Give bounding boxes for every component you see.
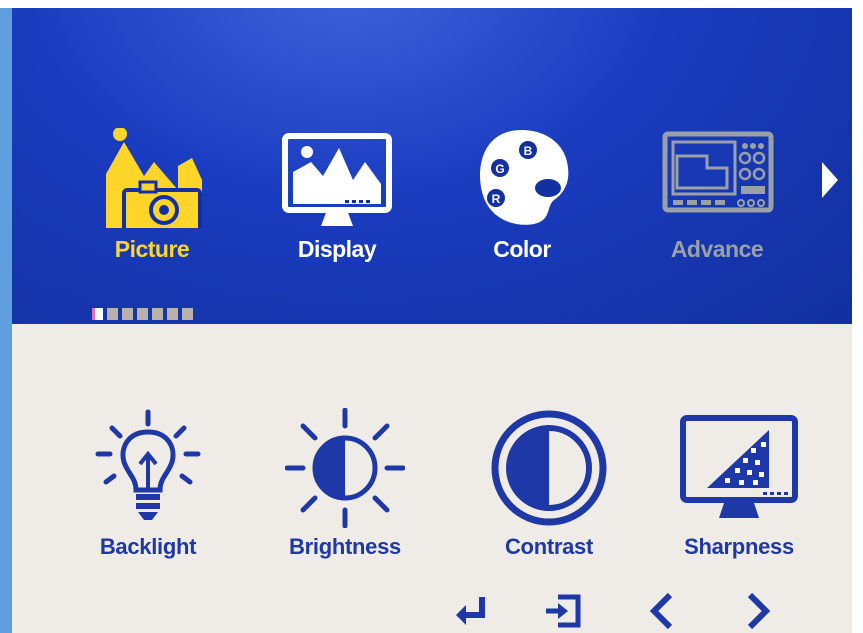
item-label-sharpness: Sharpness [684, 534, 794, 559]
page-indicator [92, 308, 193, 320]
category-label-picture: Picture [114, 236, 190, 262]
item-label-brightness: Brightness [289, 534, 401, 559]
category-color[interactable]: B G R Color [452, 128, 592, 278]
category-display[interactable]: Display [267, 128, 407, 278]
category-picture[interactable]: Picture [82, 128, 222, 278]
lightbulb-icon [95, 409, 201, 520]
category-label-color: Color [493, 236, 551, 262]
right-arrow-icon[interactable] [736, 591, 776, 631]
palette-letter-r: R [492, 192, 501, 206]
page-dot [182, 308, 193, 320]
sharpness-monitor-icon [680, 415, 798, 518]
display-icon [282, 133, 392, 226]
item-label-backlight: Backlight [99, 534, 197, 559]
category-label-display: Display [297, 236, 377, 262]
category-label-advance: Advance [670, 236, 764, 262]
palette-letter-g: G [495, 162, 504, 176]
picture-icon [106, 128, 202, 228]
category-bar: Picture Display B G R Color Advance [12, 8, 852, 324]
item-contrast[interactable]: Contrast [479, 408, 619, 578]
sun-icon [285, 408, 405, 528]
item-backlight[interactable]: Backlight [78, 408, 218, 578]
next-category-arrow-icon[interactable] [820, 160, 840, 200]
item-label-contrast: Contrast [504, 534, 594, 559]
page-dot [137, 308, 148, 320]
contrast-icon [491, 410, 607, 526]
color-palette-icon: B G R [480, 130, 569, 225]
category-advance[interactable]: Advance [647, 128, 787, 278]
page-dot [107, 308, 118, 320]
page-dot [122, 308, 133, 320]
exit-icon[interactable] [544, 591, 584, 631]
enter-icon[interactable] [452, 591, 492, 631]
left-bezel [0, 0, 12, 633]
item-sharpness[interactable]: Sharpness [669, 408, 809, 578]
item-brightness[interactable]: Brightness [275, 408, 415, 578]
page-dot-active [92, 308, 103, 320]
page-dot [152, 308, 163, 320]
osd-menu: Picture Display B G R Color Advance Back… [12, 8, 852, 633]
left-arrow-icon[interactable] [644, 591, 684, 631]
top-bezel [0, 0, 863, 8]
palette-letter-b: B [524, 144, 533, 158]
page-dot [167, 308, 178, 320]
advance-icon [662, 131, 774, 213]
